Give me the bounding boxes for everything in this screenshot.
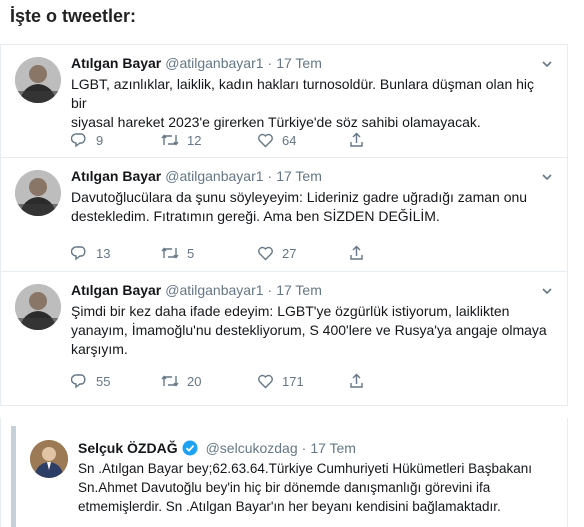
avatar[interactable] — [15, 170, 61, 216]
tweet-text-line: Davutoğlucülara da şunu söyleyeyim: Lide… — [71, 189, 528, 205]
reply-icon — [71, 246, 86, 261]
tweet-text-line: karşıyım. — [71, 341, 128, 357]
reply-button[interactable]: 55 — [71, 372, 110, 390]
share-icon — [350, 245, 363, 260]
like-button[interactable]: 171 — [257, 372, 304, 390]
retweet-button[interactable]: 12 — [161, 131, 201, 149]
retweet-button[interactable]: 5 — [161, 244, 194, 262]
avatar[interactable] — [15, 57, 61, 103]
share-icon — [350, 132, 363, 147]
tweet-text-line: destekledim. Fıtratımın gereği. Ama ben … — [71, 208, 440, 224]
tweet-actions: 55 20 171 — [71, 372, 411, 390]
tweet-text-line: Şimdi bir kez daha ifade edeyim: LGBT'ye… — [71, 303, 510, 319]
page-heading: İşte o tweetler: — [10, 6, 137, 26]
tweet-card[interactable]: Atılgan Bayar @atilganbayar1 · 17 Tem Davut… — [0, 158, 568, 272]
tweet-date[interactable]: 17 Tem — [276, 282, 322, 298]
retweet-icon — [161, 247, 179, 259]
retweet-count: 12 — [187, 132, 202, 148]
caret-down-icon[interactable] — [541, 284, 553, 296]
author-name[interactable]: Selçuk ÖZDAĞ — [78, 440, 178, 456]
tweet-header: Atılgan Bayar @atilganbayar1 · 17 Tem — [71, 282, 537, 302]
like-button[interactable]: 64 — [257, 131, 296, 149]
reply-count: 13 — [96, 245, 111, 261]
avatar[interactable] — [30, 440, 68, 478]
tweet-text: Sn .Atılgan Bayar bey;62.63.64.Türkiye C… — [78, 459, 548, 516]
like-icon — [258, 246, 273, 260]
reply-icon — [71, 374, 86, 389]
like-icon — [258, 374, 273, 388]
tweet-actions: 9 12 64 — [71, 131, 411, 149]
caret-down-icon[interactable] — [541, 170, 553, 182]
tweet-text-line: Sn.Ahmet Davutoğlu bey'in hiç bir dönemd… — [78, 480, 491, 495]
separator-dot: · — [267, 55, 273, 71]
tweet-text-line: yanayım, İmamoğlu'nu destekliyorum, S 40… — [71, 322, 547, 338]
author-handle[interactable]: @selcukozdag — [206, 440, 298, 456]
author-name[interactable]: Atılgan Bayar — [71, 282, 161, 298]
like-count: 64 — [282, 132, 297, 148]
share-button[interactable] — [349, 131, 372, 149]
retweet-count: 20 — [187, 373, 202, 389]
share-icon — [350, 373, 363, 388]
separator-dot: · — [267, 282, 273, 298]
tweet-text-line: siyasal hareket 2023'e girerken Türkiye'… — [71, 114, 481, 130]
author-handle[interactable]: @atilganbayar1 — [165, 168, 263, 184]
tweet-actions: 13 5 27 — [71, 244, 411, 262]
reply-button[interactable]: 13 — [71, 244, 110, 262]
share-button[interactable] — [349, 372, 372, 390]
like-icon — [258, 133, 273, 147]
author-handle[interactable]: @atilganbayar1 — [165, 55, 263, 71]
reply-icon — [71, 133, 86, 148]
like-count: 171 — [282, 373, 304, 389]
tweet-text: Davutoğlucülara da şunu söyleyeyim: Lide… — [71, 188, 549, 226]
tweet-card[interactable]: Atılgan Bayar @atilganbayar1 · 17 Tem LGBT,… — [0, 44, 568, 158]
tweet-text: LGBT, azınlıklar, laiklik, kadın hakları… — [71, 75, 549, 132]
share-button[interactable] — [349, 244, 372, 262]
tweet-date[interactable]: 17 Tem — [276, 55, 322, 71]
like-button[interactable]: 27 — [257, 244, 296, 262]
tweet-text-line: etmemişlerdir. Sn .Atılgan Bayar'ın her … — [78, 499, 501, 514]
quoted-tweet-container: Selçuk ÖZDAĞ @selcukozdag · 17 Tem Sn .Atı… — [0, 418, 568, 527]
caret-down-icon[interactable] — [541, 57, 553, 69]
tweet-text: Şimdi bir kez daha ifade edeyim: LGBT'ye… — [71, 302, 549, 359]
reply-button[interactable]: 9 — [71, 131, 103, 149]
verified-badge-icon — [182, 440, 198, 456]
tweet-header: Atılgan Bayar @atilganbayar1 · 17 Tem — [71, 55, 537, 75]
tweet-date[interactable]: 17 Tem — [276, 168, 322, 184]
author-name[interactable]: Atılgan Bayar — [71, 168, 161, 184]
retweet-count: 5 — [187, 245, 195, 261]
author-name[interactable]: Atılgan Bayar — [71, 55, 161, 71]
reply-count: 9 — [96, 132, 104, 148]
quoted-tweet-card[interactable]: Selçuk ÖZDAĞ @selcukozdag · 17 Tem Sn .Atı… — [11, 426, 567, 527]
reply-count: 55 — [96, 373, 111, 389]
tweet-card[interactable]: Atılgan Bayar @atilganbayar1 · 17 Tem Şimdi… — [0, 272, 568, 406]
retweet-button[interactable]: 20 — [161, 372, 201, 390]
separator-dot: · — [267, 168, 273, 184]
retweet-icon — [161, 375, 179, 387]
tweet-date[interactable]: 17 Tem — [310, 440, 356, 456]
tweet-text-line: Sn .Atılgan Bayar bey;62.63.64.Türkiye C… — [78, 461, 532, 476]
tweet-header: Selçuk ÖZDAĞ @selcukozdag · 17 Tem — [78, 438, 356, 458]
separator-dot: · — [301, 440, 307, 456]
author-handle[interactable]: @atilganbayar1 — [165, 282, 263, 298]
tweet-text-line: LGBT, azınlıklar, laiklik, kadın hakları… — [71, 76, 535, 111]
tweet-header: Atılgan Bayar @atilganbayar1 · 17 Tem — [71, 168, 537, 188]
retweet-icon — [161, 134, 179, 146]
like-count: 27 — [282, 245, 297, 261]
avatar[interactable] — [15, 284, 61, 330]
